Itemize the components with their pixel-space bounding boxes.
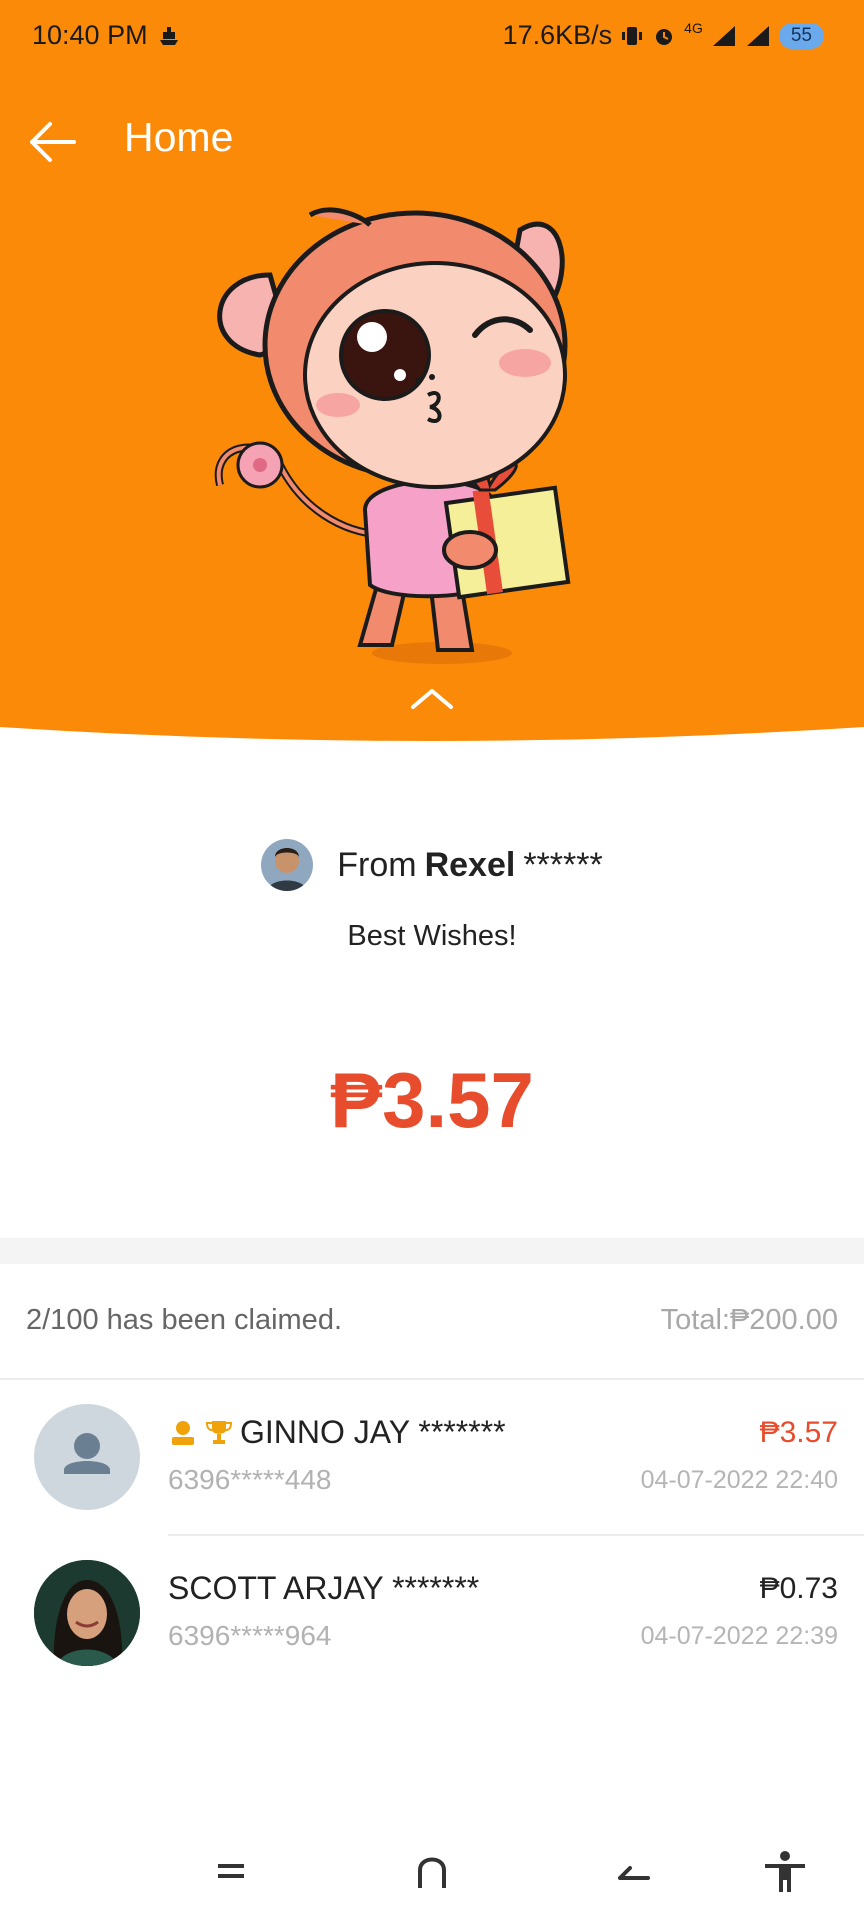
claim-row[interactable]: SCOTT ARJAY ******* 6396*****964 ₱0.73 0… [0, 1536, 864, 1692]
network-speed: 17.6KB/s [502, 20, 613, 50]
status-time: 10:40 PM [32, 20, 148, 50]
status-bar: 10:40 PM 17.6KB/s 4G 55 [0, 0, 864, 72]
claimer-avatar [34, 1560, 140, 1666]
claim-amount: ₱3.57 [759, 1416, 838, 1449]
section-divider [0, 1238, 864, 1264]
claimer-phone: 6396*****964 [168, 1620, 332, 1651]
signal-icon [712, 25, 735, 46]
sender-avatar [261, 839, 314, 891]
back-icon[interactable] [604, 1850, 664, 1894]
vibrate-icon [622, 26, 643, 45]
claimer-name: SCOTT ARJAY ******* [168, 1570, 480, 1606]
claim-time: 04-07-2022 22:40 [640, 1466, 838, 1494]
sender-mask: ****** [523, 845, 603, 884]
trophy-icon [205, 1420, 233, 1444]
received-amount: ₱3.57 [330, 1056, 534, 1144]
signal-2-icon [746, 25, 769, 46]
claim-row[interactable]: GINNO JAY ******* 6396*****448 ₱3.57 04-… [0, 1380, 864, 1536]
menu-icon[interactable] [200, 1850, 260, 1894]
header-curve [0, 727, 864, 760]
system-navigation-bar [0, 1820, 864, 1920]
claim-amount: ₱0.73 [759, 1572, 838, 1605]
ship-icon [160, 27, 178, 45]
battery-indicator: 55 [778, 22, 824, 49]
wishes-message: Best Wishes! [347, 920, 517, 952]
page-title: Home [124, 114, 234, 160]
default-avatar [34, 1404, 140, 1510]
total-amount: Total:₱200.00 [660, 1304, 838, 1336]
user-placeholder-icon [64, 1433, 110, 1474]
monkey-gift-illustration [214, 207, 571, 664]
chevron-up-icon[interactable] [409, 683, 455, 713]
accessibility-icon[interactable] [755, 1850, 815, 1894]
alarm-icon [656, 28, 673, 45]
sender-info: From Rexel ****** [0, 835, 864, 895]
claim-time: 04-07-2022 22:39 [640, 1622, 838, 1650]
sender-prefix: From [337, 845, 417, 884]
user-badge-icon [172, 1420, 194, 1445]
claimer-name: GINNO JAY ******* [240, 1414, 506, 1450]
claimer-phone: 6396*****448 [168, 1464, 332, 1495]
back-arrow-icon[interactable] [26, 114, 82, 170]
claim-summary: 2/100 has been claimed. Total:₱200.00 [0, 1264, 864, 1380]
home-icon[interactable] [402, 1850, 462, 1894]
app-bar: Home [0, 100, 864, 180]
network-type: 4G [684, 19, 703, 36]
claimed-count: 2/100 has been claimed. [26, 1304, 342, 1336]
header-banner: 10:40 PM 17.6KB/s 4G 55 Home [0, 0, 864, 760]
sender-name: Rexel [424, 845, 516, 884]
